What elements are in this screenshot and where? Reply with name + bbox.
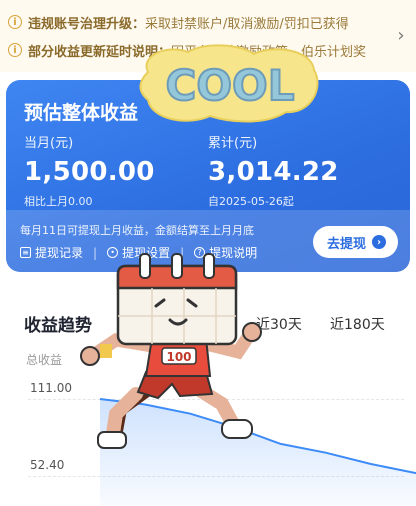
- cool-text: COOL: [166, 61, 295, 110]
- notice-violation[interactable]: i 违规账号治理升级： 采取封禁账户/取消激励/罚扣已获得: [8, 10, 390, 34]
- total-value: 3,014.22: [208, 157, 339, 187]
- total-since: 自2025-05-26起: [208, 195, 294, 208]
- notice-title: 违规账号治理升级：: [28, 16, 146, 32]
- tab-180-days[interactable]: 近180天: [330, 314, 385, 334]
- y-axis-unit: 总收益: [26, 353, 63, 367]
- chevron-right-icon: ›: [372, 235, 386, 249]
- withdraw-tip: 每月11日可提现上月收益，金额结算至上月月底: [20, 224, 254, 237]
- shirt-number: 100: [166, 350, 191, 364]
- record-icon: ≡: [20, 247, 31, 258]
- month-value: 1,500.00: [24, 157, 155, 187]
- month-compare: 相比上月0.00: [24, 195, 93, 208]
- info-icon: i: [8, 43, 22, 57]
- total-earnings: 累计(元) 3,014.22 自2025-05-26起: [208, 132, 339, 209]
- month-earnings: 当月(元) 1,500.00 相比上月0.00: [24, 132, 155, 209]
- month-label: 当月(元): [24, 136, 74, 151]
- total-label: 累计(元): [208, 136, 258, 151]
- chevron-right-icon[interactable]: ›: [392, 24, 410, 46]
- info-icon: i: [8, 15, 22, 29]
- cool-sticker: COOL: [139, 44, 319, 123]
- withdraw-label: 去提现: [326, 236, 366, 252]
- earnings-title: 预估整体收益: [24, 102, 139, 124]
- withdraw-button[interactable]: 去提现 ›: [312, 226, 398, 258]
- calendar-mascot-sticker: 100: [80, 253, 262, 449]
- notice-text: 采取封禁账户/取消激励/罚扣已获得: [145, 16, 349, 32]
